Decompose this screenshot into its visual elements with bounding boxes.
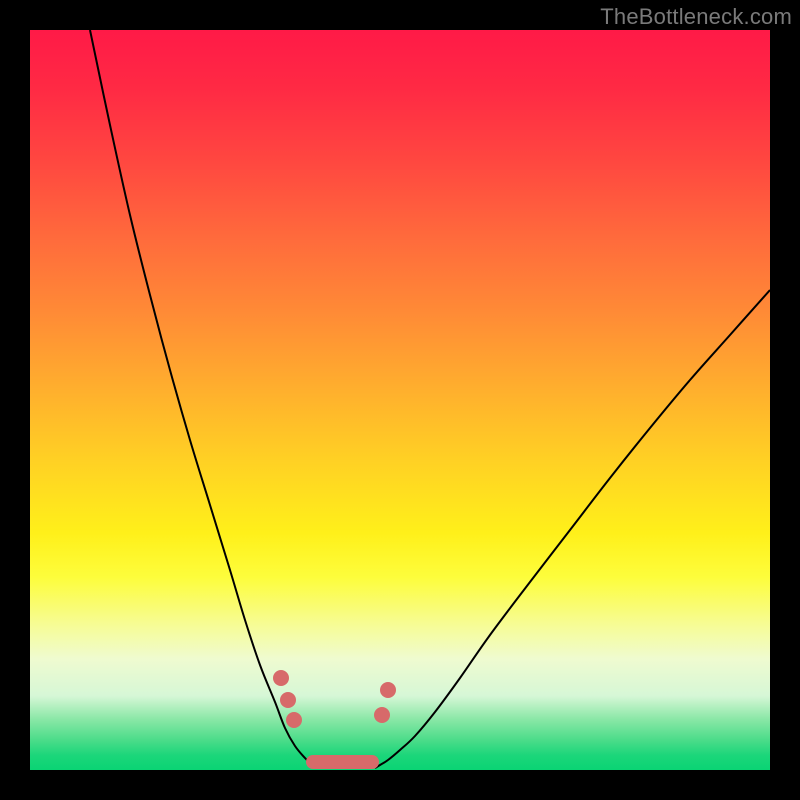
right-curve: [375, 290, 770, 768]
curve-marker: [374, 707, 390, 723]
curve-layer: [30, 30, 770, 770]
curve-marker: [286, 712, 302, 728]
left-curve: [90, 30, 313, 766]
curve-marker: [380, 682, 396, 698]
watermark-text: TheBottleneck.com: [600, 4, 792, 30]
curve-marker: [273, 670, 289, 686]
curve-markers: [273, 670, 396, 728]
chart-frame: TheBottleneck.com: [0, 0, 800, 800]
curve-marker: [280, 692, 296, 708]
plot-area: [30, 30, 770, 770]
